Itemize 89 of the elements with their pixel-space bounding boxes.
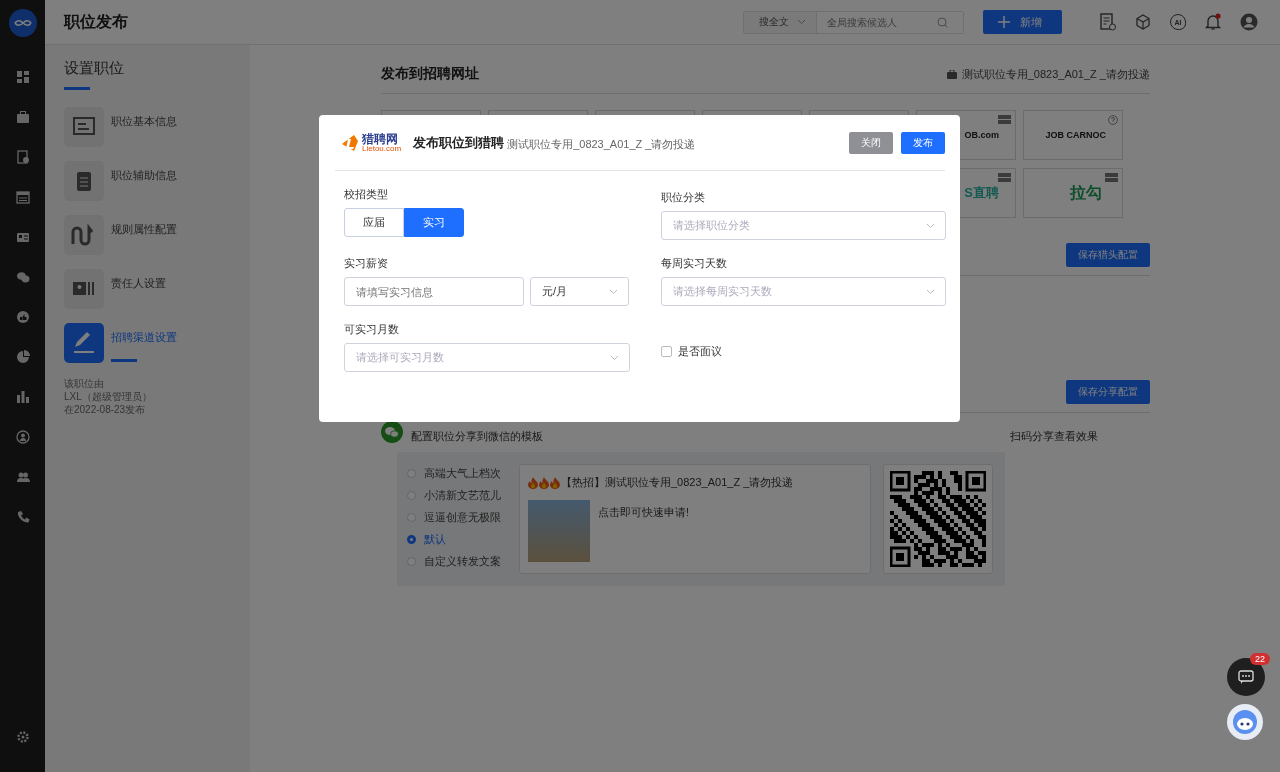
id-card-icon <box>64 269 104 309</box>
toggle-icon[interactable] <box>998 173 1011 182</box>
settings-menu-item[interactable]: 职位基本信息 <box>64 107 231 147</box>
toggle-icon[interactable] <box>998 115 1011 124</box>
dialog-title: 发布职位到猎聘 <box>413 133 505 152</box>
liepin-logo-icon <box>340 133 360 152</box>
negotiable-checkbox[interactable]: 是否面议 <box>661 344 722 359</box>
id-card-icon[interactable] <box>15 230 30 244</box>
settings-menu-item[interactable]: 职位辅助信息 <box>64 161 231 201</box>
template-radio[interactable]: 自定义转发文案 <box>407 554 507 569</box>
chat-bubbles-icon[interactable] <box>15 270 30 284</box>
unit-select[interactable]: 元/月 <box>530 277 629 306</box>
save-headhunter-config-button[interactable]: 保存猎头配置 <box>1066 243 1150 267</box>
document-icon[interactable] <box>1100 13 1116 31</box>
logo-domain: Lietou.com <box>362 144 402 153</box>
select-field[interactable]: 请选择每周实习天数 <box>661 277 946 306</box>
template-radio[interactable]: 默认 <box>407 532 507 547</box>
section-title: 发布到招聘网址 <box>381 65 479 83</box>
channel-card[interactable]: 拉勾 <box>1023 168 1123 218</box>
settings-menu-item[interactable]: 招聘渠道设置 <box>64 323 231 363</box>
robot-assistant-icon[interactable] <box>1226 703 1264 741</box>
wave-icon <box>64 215 104 255</box>
chevron-down-icon <box>609 288 618 295</box>
qr-caption: 扫码分享查看效果 <box>1010 429 1099 444</box>
logo-icon[interactable] <box>8 9 37 37</box>
bell-icon[interactable] <box>1205 13 1221 31</box>
plus-icon <box>998 16 1010 28</box>
dashboard-icon[interactable] <box>15 70 30 84</box>
dialog-subtitle: 测试职位专用_0823_A01_Z _请勿投递 <box>507 137 696 152</box>
briefcase-icon[interactable] <box>15 110 30 124</box>
section-title: 配置职位分享到微信的模板 <box>411 429 544 444</box>
select-field[interactable]: 请选择可实习月数 <box>344 343 630 372</box>
search-icon <box>937 16 948 28</box>
close-button[interactable]: 关闭 <box>849 131 893 154</box>
settings-icon[interactable] <box>15 730 30 744</box>
flame-icon <box>550 476 560 489</box>
settings-menu-item[interactable]: 责任人设置 <box>64 269 231 309</box>
page-title: 职位发布 <box>64 11 128 32</box>
publish-note: LXL（超级管理员） <box>64 390 153 403</box>
field-label: 实习薪资 <box>344 256 389 271</box>
chevron-down-icon <box>926 222 935 229</box>
settings-menu-item[interactable]: 规则属性配置 <box>64 215 231 255</box>
people-icon[interactable] <box>15 470 30 484</box>
avatar-icon[interactable] <box>1240 13 1258 31</box>
new-button[interactable]: 新增 <box>983 10 1062 34</box>
logo-name: 猎聘网 <box>362 132 399 145</box>
photo-placeholder <box>528 500 590 562</box>
text-input[interactable]: 请填写实习信息 <box>344 277 524 306</box>
save-share-config-button[interactable]: 保存分享配置 <box>1066 380 1150 404</box>
segment-button[interactable]: 应届 <box>344 208 404 237</box>
flame-icon <box>528 476 538 489</box>
template-radio[interactable]: 小清新文艺范儿 <box>407 488 507 503</box>
publish-note: 在2022-08-23发布 <box>64 403 147 416</box>
chat-icon <box>1238 670 1254 684</box>
field-label: 校招类型 <box>344 187 389 202</box>
field-label: 每周实习天数 <box>661 256 728 271</box>
bar-chart-icon[interactable] <box>15 390 30 404</box>
clipboard-icon <box>64 161 104 201</box>
calendar-icon[interactable] <box>15 190 30 204</box>
document-icon[interactable] <box>15 150 30 164</box>
preview-title: 【热招】测试职位专用_0823_A01_Z _请勿投递 <box>561 475 794 490</box>
job-name: 测试职位专用_0823_A01_Z _请勿投递 <box>961 66 1150 82</box>
chevron-down-icon <box>610 354 619 361</box>
segment-button[interactable]: 实习 <box>404 208 464 237</box>
panel-title: 设置职位 <box>64 59 125 78</box>
field-label: 职位分类 <box>661 190 706 205</box>
publish-button[interactable]: 发布 <box>901 131 945 154</box>
field-label: 可实习月数 <box>344 322 400 337</box>
unread-badge: 22 <box>1250 653 1270 665</box>
help-icon[interactable] <box>1108 115 1118 125</box>
thumbs-up-icon[interactable] <box>15 310 30 324</box>
message-box-icon <box>64 107 104 147</box>
channel-card[interactable]: JOB CARNOC <box>1023 110 1123 160</box>
preview-text: 点击即可快速申请! <box>598 505 690 520</box>
template-radio[interactable]: 高端大气上档次 <box>407 466 507 481</box>
template-radio[interactable]: 逗逼创意无极限 <box>407 510 507 525</box>
flame-icon <box>539 476 549 489</box>
search-field[interactable]: 全局搜索候选人 <box>827 16 937 28</box>
phone-icon[interactable] <box>15 510 30 524</box>
select-field[interactable]: 请选择职位分类 <box>661 211 946 240</box>
person-circle-icon[interactable] <box>15 430 30 444</box>
chevron-down-icon <box>926 288 935 295</box>
pencil-icon <box>64 323 104 363</box>
chevron-down-icon <box>797 19 806 25</box>
briefcase-icon <box>946 69 957 79</box>
search-scope-dropdown[interactable]: 搜全文 <box>744 11 817 33</box>
cube-icon[interactable] <box>1135 14 1151 30</box>
pie-chart-icon[interactable] <box>15 350 30 364</box>
toggle-icon[interactable] <box>1105 173 1118 182</box>
